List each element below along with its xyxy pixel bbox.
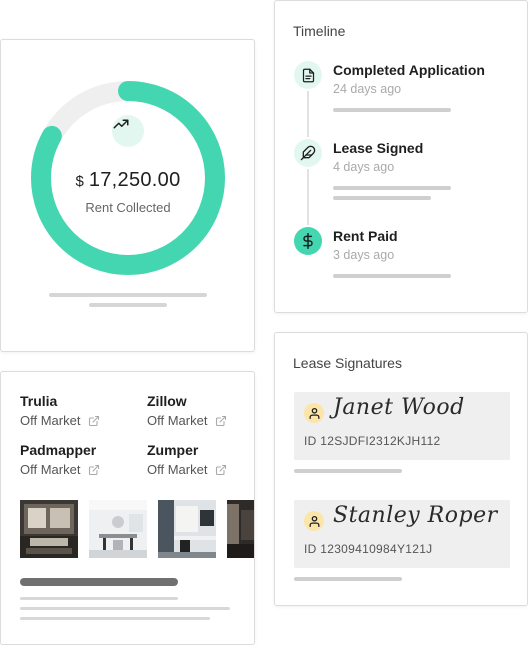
placeholder-bar: [333, 274, 451, 278]
listing-name: Zumper: [147, 442, 199, 458]
photo-office[interactable]: [158, 500, 216, 558]
timeline-title: Timeline: [293, 23, 346, 39]
signature-id: ID 12309410984Y121J: [304, 542, 433, 556]
signatures-title: Lease Signatures: [293, 355, 402, 371]
listing-padmapper[interactable]: Padmapper Off Market: [20, 442, 130, 477]
signature-name: Stanley Roper: [333, 503, 498, 528]
placeholder-bar: [20, 597, 178, 600]
placeholder-bar: [89, 303, 167, 307]
signature-id: ID 12SJDFI2312KJH112: [304, 434, 441, 448]
listing-status: Off Market: [147, 413, 208, 428]
timeline-connector: [307, 91, 309, 137]
timeline-card: Timeline Completed Application 24 days a…: [274, 0, 528, 313]
placeholder-bar: [333, 196, 431, 200]
timeline-event-time: 3 days ago: [333, 248, 395, 262]
listing-name: Padmapper: [20, 442, 97, 458]
external-link-icon[interactable]: [88, 464, 100, 476]
listings-card: Trulia Off Market Zillow Off Market Padm…: [0, 371, 255, 645]
user-icon: [304, 403, 324, 423]
dollar-icon: [294, 227, 322, 255]
trending-up-icon: [112, 115, 144, 147]
signature-entry[interactable]: Stanley Roper ID 12309410984Y121J: [294, 500, 510, 568]
listing-status: Off Market: [20, 462, 81, 477]
placeholder-bar: [333, 186, 451, 190]
listing-zillow[interactable]: Zillow Off Market: [147, 393, 254, 428]
placeholder-bar: [294, 577, 402, 581]
placeholder-bar: [49, 293, 207, 297]
listing-status: Off Market: [20, 413, 81, 428]
listing-zumper[interactable]: Zumper Off Market: [147, 442, 254, 477]
photo-living-room[interactable]: [20, 500, 78, 558]
placeholder-bar: [20, 617, 210, 620]
placeholder-bar: [294, 469, 402, 473]
signature-name: Janet Wood: [333, 395, 465, 420]
photo-interior[interactable]: [227, 500, 254, 558]
timeline-connector: [307, 169, 309, 225]
placeholder-bar: [20, 607, 230, 610]
user-icon: [304, 511, 324, 531]
currency-symbol: $: [75, 173, 84, 190]
signature-id-label: ID: [304, 434, 317, 448]
placeholder-bar: [333, 108, 451, 112]
signature-id-value: 12SJDFI2312KJH112: [320, 434, 441, 448]
photo-dining-room[interactable]: [89, 500, 147, 558]
feather-icon: [294, 139, 322, 167]
timeline-event-title: Lease Signed: [333, 140, 424, 156]
placeholder-bar-dark: [20, 578, 178, 586]
signature-id-label: ID: [304, 542, 317, 556]
listing-status: Off Market: [147, 462, 208, 477]
timeline-event-time: 4 days ago: [333, 160, 395, 174]
external-link-icon[interactable]: [88, 415, 100, 427]
rent-label: Rent Collected: [85, 200, 171, 215]
timeline-event-title: Completed Application: [333, 62, 485, 78]
signature-id-value: 12309410984Y121J: [320, 542, 433, 556]
listing-name: Trulia: [20, 393, 58, 409]
external-link-icon[interactable]: [215, 415, 227, 427]
rent-progress-ring: $17,250.00 Rent Collected: [30, 80, 226, 276]
document-icon: [294, 61, 322, 89]
external-link-icon[interactable]: [215, 464, 227, 476]
timeline-event-title: Rent Paid: [333, 228, 398, 244]
lease-signatures-card: Lease Signatures Janet Wood ID 12SJDFI23…: [274, 332, 528, 606]
listing-trulia[interactable]: Trulia Off Market: [20, 393, 130, 428]
rent-collected-card: $17,250.00 Rent Collected: [0, 39, 255, 352]
timeline-event-time: 24 days ago: [333, 82, 402, 96]
signature-entry[interactable]: Janet Wood ID 12SJDFI2312KJH112: [294, 392, 510, 460]
rent-amount: $17,250.00: [30, 169, 226, 192]
rent-amount-value: 17,250.00: [88, 169, 181, 191]
listing-name: Zillow: [147, 393, 187, 409]
